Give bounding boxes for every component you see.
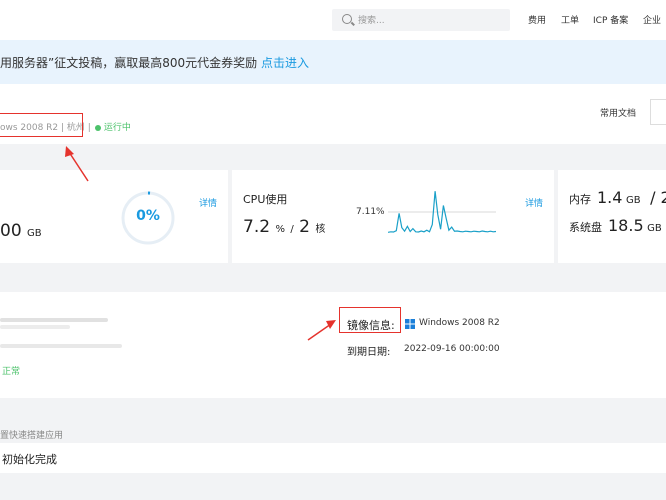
nav-enterprise[interactable]: 企业 bbox=[643, 13, 661, 26]
arrow-head-1 bbox=[65, 146, 74, 157]
cpu-detail-link[interactable]: 详情 bbox=[525, 196, 543, 209]
highlight-box-image bbox=[339, 307, 401, 333]
windows-icon bbox=[405, 319, 415, 329]
cpu-value: 7.2 % / 2 核 bbox=[243, 217, 325, 237]
cpu-separator: / bbox=[290, 224, 294, 235]
common-docs-link[interactable]: 常用文档 bbox=[600, 106, 636, 119]
cpu-cores-unit: 核 bbox=[315, 224, 326, 235]
search-placeholder: 搜索... bbox=[358, 16, 385, 26]
memory-unit: GB bbox=[625, 195, 641, 206]
status-dot-icon bbox=[94, 124, 101, 131]
instance-status-normal: 正常 bbox=[2, 367, 21, 377]
system-disk-unit: GB bbox=[647, 223, 662, 234]
banner-text: 用服务器”征文投稿，赢取最高800元代金券奖励 bbox=[0, 56, 261, 70]
cpu-peak-label: 7.11% bbox=[356, 207, 385, 217]
memory-value: 1.4 bbox=[597, 188, 623, 207]
highlight-box-instance bbox=[0, 113, 83, 137]
cpu-number: 7.2 bbox=[243, 217, 271, 237]
nav-fees[interactable]: 费用 bbox=[528, 13, 546, 26]
system-disk-value: 18.5 bbox=[608, 216, 644, 235]
disk-number: 00 bbox=[0, 221, 22, 241]
system-disk-label: 系统盘 bbox=[569, 221, 602, 234]
nav-icp[interactable]: ICP 备案 bbox=[593, 13, 628, 26]
disk-unit: GB bbox=[27, 228, 42, 239]
search-icon bbox=[342, 14, 352, 24]
expire-date-label: 到期日期: bbox=[347, 347, 391, 358]
disk-usage-percent: 0% bbox=[136, 208, 160, 224]
expire-date-value: 2022-09-16 00:00:00 bbox=[404, 344, 500, 354]
memory-label: 内存 bbox=[569, 193, 591, 206]
cpu-cores: 2 bbox=[299, 217, 310, 237]
redacted-text bbox=[0, 344, 122, 348]
redacted-text bbox=[0, 318, 108, 322]
header-action-button[interactable] bbox=[650, 99, 666, 125]
cpu-title: CPU使用 bbox=[243, 193, 288, 206]
promo-banner: 用服务器”征文投稿，赢取最高800元代金券奖励 点击进入 bbox=[0, 40, 666, 84]
search-input[interactable]: 搜索... bbox=[332, 9, 510, 31]
cpu-sparkline bbox=[388, 191, 496, 233]
quick-app-hint: 置快速搭建应用 bbox=[0, 431, 64, 441]
image-value: Windows 2008 R2 bbox=[419, 318, 500, 328]
redacted-text bbox=[0, 325, 70, 329]
disk-card bbox=[0, 170, 228, 263]
app-status-row bbox=[0, 443, 666, 473]
system-disk-row: 系统盘 18.5 GB bbox=[569, 216, 662, 235]
disk-value: 00 GB bbox=[0, 221, 42, 241]
nav-tickets[interactable]: 工单 bbox=[561, 13, 579, 26]
running-status: 运行中 bbox=[103, 123, 131, 133]
cpu-unit: % bbox=[275, 224, 285, 235]
init-complete-status: 初始化完成 bbox=[2, 453, 57, 466]
disk-detail-link[interactable]: 详情 bbox=[199, 196, 217, 209]
instance-header bbox=[0, 84, 666, 144]
memory-total: / 2 bbox=[650, 188, 666, 207]
memory-row: 内存 1.4 GB / 2 bbox=[569, 188, 666, 207]
banner-link[interactable]: 点击进入 bbox=[261, 56, 309, 70]
